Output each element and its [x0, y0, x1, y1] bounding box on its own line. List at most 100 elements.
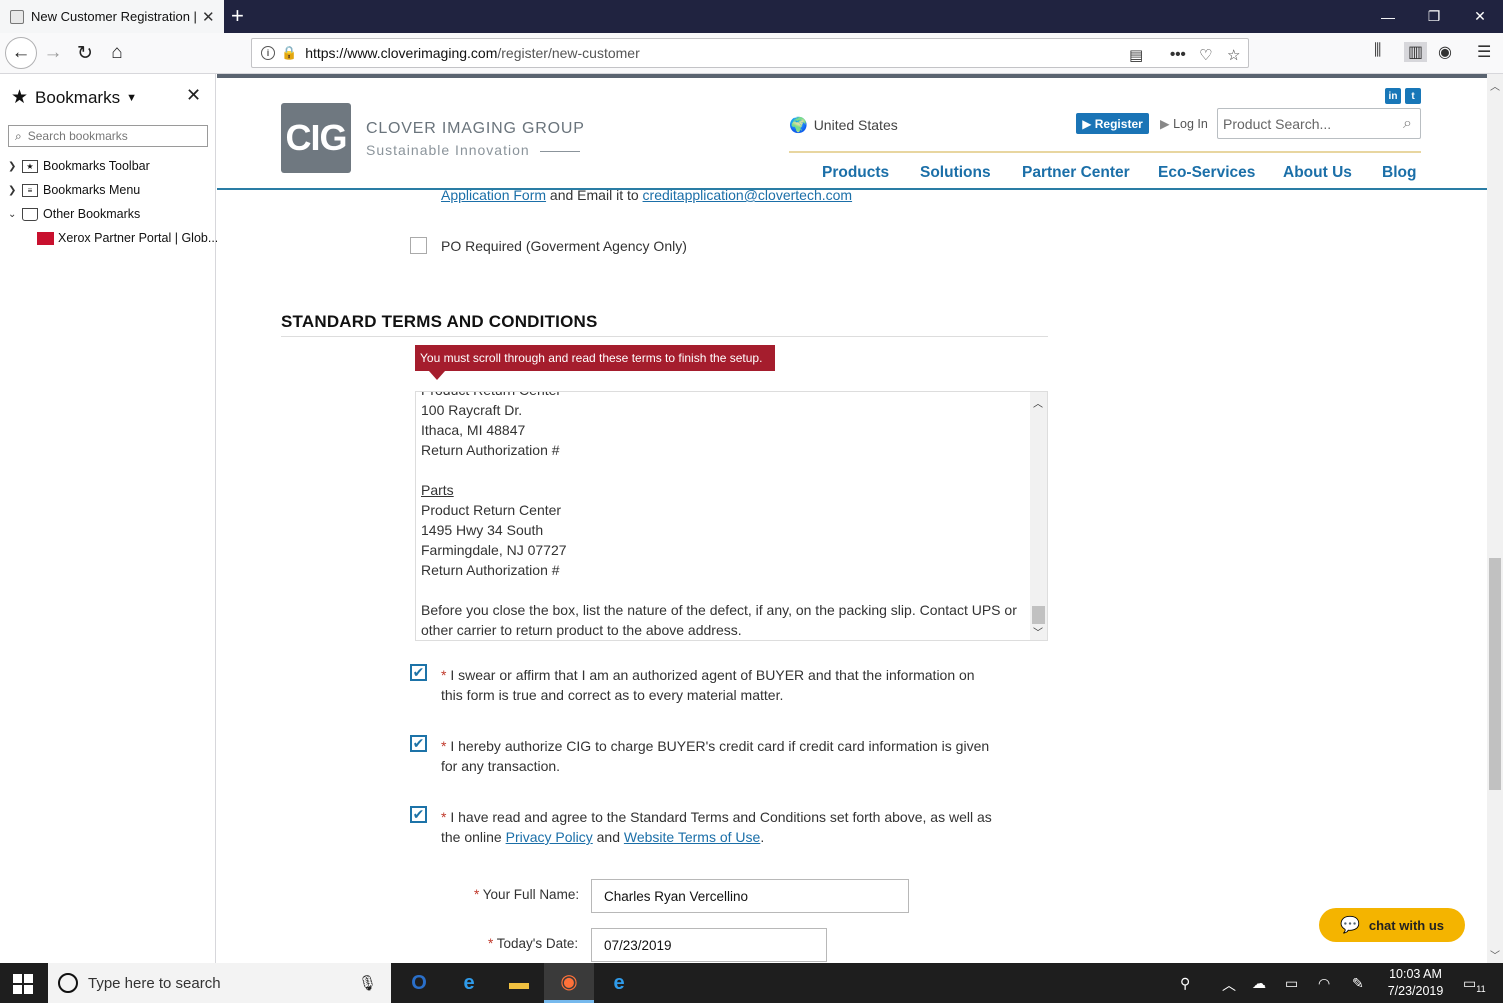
- minimize-icon[interactable]: —: [1365, 0, 1411, 33]
- po-required-checkbox[interactable]: [410, 237, 427, 254]
- url-bar[interactable]: i 🔒 https://www.cloverimaging.com/regist…: [251, 38, 1249, 68]
- reader-view-icon[interactable]: ▤: [1129, 46, 1143, 64]
- restore-icon[interactable]: ❐: [1411, 0, 1457, 33]
- search-bookmarks-placeholder: Search bookmarks: [27, 129, 128, 143]
- required-mark: *: [441, 738, 447, 754]
- todays-date-input[interactable]: 07/23/2019: [591, 928, 827, 962]
- file-explorer-icon[interactable]: ▬: [494, 963, 544, 1003]
- register-button[interactable]: ▶ Register: [1076, 113, 1149, 134]
- close-tab-icon[interactable]: ✕: [202, 8, 215, 26]
- nav-solutions[interactable]: Solutions: [920, 164, 991, 182]
- account-icon[interactable]: ◉: [1438, 42, 1452, 62]
- linkedin-icon[interactable]: in: [1385, 88, 1401, 104]
- cig-logo[interactable]: CIG: [281, 103, 351, 173]
- browser-tab[interactable]: New Customer Registration | Cl ✕: [0, 0, 224, 33]
- authorized-agent-checkbox[interactable]: [410, 664, 427, 681]
- chat-bubble-icon: 💬: [1339, 917, 1360, 934]
- site-header: CIG CLOVER IMAGING GROUP Sustainable Inn…: [217, 78, 1487, 190]
- internet-explorer-icon[interactable]: e: [444, 963, 494, 1003]
- expand-arrow-icon[interactable]: ❯: [8, 161, 20, 172]
- full-name-input[interactable]: Charles Ryan Vercellino: [591, 879, 909, 913]
- edge-icon[interactable]: e: [594, 963, 644, 1003]
- scroll-thumb[interactable]: [1032, 606, 1045, 624]
- show-hidden-icons-icon[interactable]: ︿: [1222, 975, 1236, 995]
- scroll-up-icon[interactable]: ︿: [1033, 395, 1043, 410]
- pen-icon[interactable]: ✎: [1352, 975, 1364, 992]
- sidebar-toggle-icon[interactable]: ▥: [1404, 42, 1428, 62]
- back-button[interactable]: ←: [5, 37, 37, 69]
- bookmark-star-icon[interactable]: ☆: [1227, 46, 1240, 64]
- nav-products[interactable]: Products: [822, 164, 889, 182]
- scroll-warning-tooltip: You must scroll through and read these t…: [415, 345, 775, 380]
- sidebar-header[interactable]: ★ Bookmarks ▼: [11, 86, 137, 109]
- terms-scrollbar[interactable]: ︿ ﹀: [1030, 392, 1047, 640]
- credit-card-checkbox[interactable]: [410, 735, 427, 752]
- home-button[interactable]: ⌂: [102, 38, 132, 68]
- menu-icon[interactable]: ☰: [1477, 42, 1491, 62]
- search-icon[interactable]: ⌕: [1403, 115, 1412, 133]
- firefox-icon[interactable]: ◉: [544, 963, 594, 1003]
- outlook-icon[interactable]: O: [394, 963, 444, 1003]
- terms-line: [421, 460, 1017, 480]
- lock-warning-icon[interactable]: 🔒: [281, 45, 297, 61]
- search-bookmarks-input[interactable]: ⌕ Search bookmarks: [8, 125, 208, 147]
- scroll-down-icon[interactable]: ﹀: [1033, 624, 1043, 639]
- terms-line: Before you close the box, list the natur…: [421, 602, 1017, 618]
- expand-arrow-icon[interactable]: ❯: [8, 185, 20, 196]
- close-window-icon[interactable]: ✕: [1457, 0, 1503, 33]
- notifications-icon[interactable]: ▭11: [1463, 975, 1486, 994]
- microphone-icon[interactable]: 🎙: [358, 974, 377, 992]
- nav-about-us[interactable]: About Us: [1283, 164, 1352, 182]
- close-sidebar-icon[interactable]: ✕: [186, 85, 201, 106]
- scroll-down-icon[interactable]: ﹀: [1490, 947, 1500, 962]
- bookmarks-sidebar: ★ Bookmarks ▼ ✕ ⌕ Search bookmarks ❯ ★ B…: [0, 74, 218, 963]
- windows-taskbar: Type here to search 🎙 O e ▬ ◉ e ⚲ ︿ ☁ ▭ …: [0, 963, 1503, 1003]
- authorized-agent-label: * I swear or affirm that I am an authori…: [441, 665, 975, 705]
- battery-icon[interactable]: ▭: [1285, 975, 1298, 992]
- product-search-placeholder: Product Search...: [1223, 115, 1332, 132]
- sidebar-item-bookmarks-toolbar[interactable]: ❯ ★ Bookmarks Toolbar: [8, 159, 150, 173]
- agree1-line2: this form is true and correct as to ever…: [441, 687, 784, 703]
- library-icon[interactable]: ⫼: [1374, 42, 1381, 60]
- reload-button[interactable]: ↻: [70, 38, 100, 68]
- chat-with-us-button[interactable]: 💬 chat with us: [1319, 908, 1465, 942]
- pocket-icon[interactable]: ♡: [1199, 46, 1212, 64]
- system-clock[interactable]: 10:03 AM 7/23/2019: [1378, 966, 1453, 1000]
- country-selector[interactable]: 🌍 United States: [789, 116, 898, 134]
- url-path: /register/new-customer: [497, 45, 640, 61]
- tab-title: New Customer Registration | Cl: [31, 9, 196, 24]
- page-scroll-thumb[interactable]: [1489, 558, 1501, 790]
- nav-partner-center[interactable]: Partner Center: [1022, 164, 1130, 182]
- url-text[interactable]: https://www.cloverimaging.com/register/n…: [305, 45, 640, 61]
- windows-start-icon[interactable]: [13, 974, 33, 994]
- todays-date-label-text: Today's Date:: [496, 936, 579, 951]
- sidebar-item-other-bookmarks[interactable]: ⌄ Other Bookmarks: [8, 207, 140, 221]
- sidebar-item-xerox[interactable]: Xerox Partner Portal | Glob...: [37, 231, 218, 245]
- title-bar: New Customer Registration | Cl ✕ + — ❐ ✕: [0, 0, 1503, 33]
- wifi-icon[interactable]: ◠: [1318, 975, 1330, 992]
- forward-button[interactable]: →: [38, 38, 68, 68]
- terms-scroll-box[interactable]: Product Return Center 100 Raycraft Dr. Ith…: [415, 391, 1048, 641]
- nav-eco-services[interactable]: Eco-Services: [1158, 164, 1255, 182]
- privacy-policy-link[interactable]: Privacy Policy: [506, 829, 593, 845]
- twitter-icon[interactable]: t: [1405, 88, 1421, 104]
- taskbar-search-box[interactable]: Type here to search 🎙: [48, 963, 391, 1003]
- terms-line: 100 Raycraft Dr.: [421, 402, 523, 418]
- sidebar-item-bookmarks-menu[interactable]: ❯ ≡ Bookmarks Menu: [8, 183, 140, 197]
- play-arrow-icon: ▶: [1160, 117, 1174, 131]
- new-tab-button[interactable]: +: [231, 3, 244, 29]
- collapse-arrow-icon[interactable]: ⌄: [8, 209, 20, 220]
- page-actions-icon[interactable]: •••: [1170, 46, 1186, 63]
- site-info-icon[interactable]: i: [261, 46, 275, 60]
- required-mark: *: [441, 667, 447, 683]
- login-link[interactable]: ▶ Log In: [1160, 116, 1208, 131]
- onedrive-icon[interactable]: ☁: [1252, 975, 1266, 992]
- people-icon[interactable]: ⚲: [1180, 975, 1190, 992]
- page-scrollbar[interactable]: ︿ ﹀: [1487, 74, 1503, 963]
- product-search-input[interactable]: Product Search... ⌕: [1217, 108, 1421, 139]
- website-terms-link[interactable]: Website Terms of Use: [624, 829, 760, 845]
- nav-blog[interactable]: Blog: [1382, 164, 1416, 182]
- terms-agree-checkbox[interactable]: [410, 806, 427, 823]
- sidebar-item-label: Bookmarks Menu: [43, 183, 141, 197]
- scroll-up-icon[interactable]: ︿: [1490, 78, 1500, 93]
